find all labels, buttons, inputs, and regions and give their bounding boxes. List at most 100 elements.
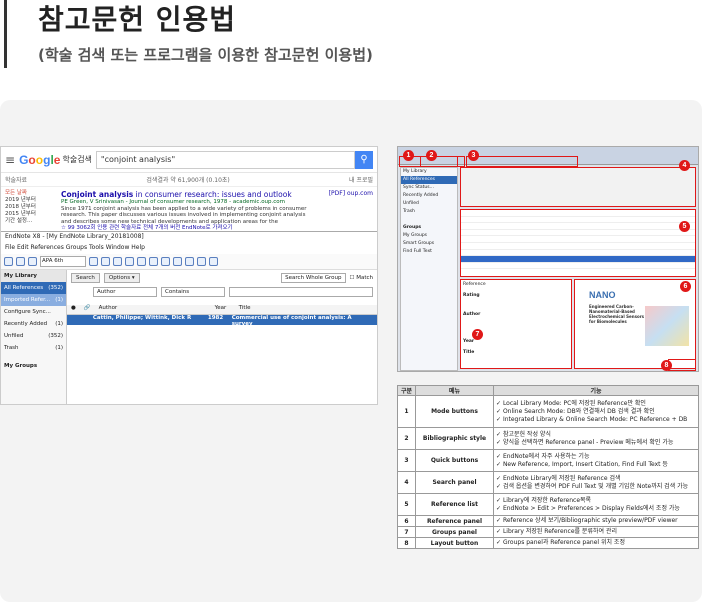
find-full-text-icon[interactable] [125, 257, 134, 266]
row-year: 1982 [207, 315, 224, 321]
endnote-body: My Library All References (352) Imported … [1, 270, 377, 404]
endnote-title: EndNote X8 - [My EndNote Library_2018100… [1, 232, 377, 243]
share-icon[interactable] [197, 257, 206, 266]
page-subtitle: (학술 검색 또는 프로그램을 이용한 참고문헌 이용법) [38, 46, 373, 64]
table-header-row: 구분 메뉴 기능 [397, 385, 699, 396]
match-checkbox[interactable]: ☐ Match [350, 275, 373, 281]
date-filter-item[interactable]: 2015 년부터 [5, 211, 61, 218]
endnote-menubar[interactable]: File Edit References Groups Tools Window… [1, 243, 377, 254]
group-item[interactable]: Sync Status... [401, 184, 457, 192]
help-icon[interactable] [209, 257, 218, 266]
table-row: 7 Groups panel Library 저장된 Reference를 분류… [397, 526, 699, 538]
date-filter-item[interactable]: 기간 설정... [5, 218, 61, 225]
sync-icon[interactable] [185, 257, 194, 266]
result-snippet: research. This paper discusses various i… [61, 212, 306, 219]
group-item[interactable]: My Groups [401, 232, 457, 240]
options-button[interactable]: Options ▾ [103, 272, 140, 283]
group-item[interactable]: Trash [401, 208, 457, 216]
marker-2: 2 [426, 150, 437, 161]
group-item[interactable]: Groups [401, 224, 457, 232]
pdf-link[interactable]: [PDF] oup.com [317, 190, 373, 231]
result-links[interactable]: ☆ 99 3062회 인용 관련 학술자료 전체 7개의 버전 EndNote로… [61, 225, 317, 232]
search-button[interactable]: ⚲ [355, 150, 373, 169]
row-num: 2 [397, 427, 416, 450]
result-authors: PE Green, V Srinivasan - Journal of cons… [61, 199, 286, 205]
group-item[interactable]: Recently Added [401, 192, 457, 200]
row-num: 4 [397, 471, 416, 494]
criteria-input[interactable] [229, 287, 373, 297]
group-item[interactable]: Smart Groups [401, 240, 457, 248]
row-funcs: Library에 저장한 Reference목록EndNote > Edit >… [493, 493, 699, 516]
library-item-imported[interactable]: Imported Refer... (1) [1, 294, 66, 306]
quick-buttons-box [466, 156, 578, 167]
marker-6: 6 [680, 281, 691, 292]
feature-table: 구분 메뉴 기능 1 Mode buttons Local Library Mo… [397, 385, 699, 549]
date-filter-item[interactable]: 2018 년부터 [5, 204, 61, 211]
row-num: 1 [397, 395, 416, 428]
row-num: 6 [397, 515, 416, 527]
library-item-all[interactable]: All References (352) [1, 282, 66, 294]
new-reference-icon[interactable] [89, 257, 98, 266]
field-select[interactable]: Author [93, 287, 157, 297]
col-title[interactable]: Title [239, 305, 251, 314]
style-select[interactable]: APA 6th [40, 256, 86, 267]
library-item-sync[interactable]: Configure Sync... [1, 306, 66, 318]
row-num: 5 [397, 493, 416, 516]
col-year[interactable]: Year [215, 305, 231, 314]
col-read[interactable]: ● [71, 305, 76, 314]
google-scholar-bar: ≡ Google 학술검색 "conjoint analysis" ⚲ [1, 147, 377, 173]
attach-file-icon[interactable] [149, 257, 158, 266]
col-num: 구분 [397, 385, 416, 396]
integrated-library-icon[interactable] [28, 257, 37, 266]
row-funcs: EndNote Library에 저장된 Reference 검색검색 옵션을 … [493, 471, 699, 494]
format-bibliography-icon[interactable] [173, 257, 182, 266]
results-info-row: 학술자료 검색결과 약 61,900개 (0.10초) 내 프로필 [1, 173, 377, 187]
marker-4: 4 [679, 160, 690, 171]
groups-panel: My Library All References (352) Imported … [1, 270, 67, 404]
import-icon[interactable] [101, 257, 110, 266]
table-row: 4 Search panel EndNote Library에 저장된 Refe… [397, 471, 699, 494]
google-logo[interactable]: Google [19, 153, 60, 167]
col-author[interactable]: Author [99, 305, 207, 314]
row-menu: Reference list [415, 493, 494, 516]
operator-select[interactable]: Contains [161, 287, 225, 297]
export-icon[interactable] [113, 257, 122, 266]
row-funcs: Groups panel과 Reference panel 위치 조정 [493, 537, 699, 549]
insert-citation-icon[interactable] [161, 257, 170, 266]
row-menu: Search panel [415, 471, 494, 494]
group-item[interactable]: Find Full Text [401, 248, 457, 256]
menu-icon[interactable]: ≡ [5, 153, 15, 167]
col-menu: 메뉴 [415, 385, 494, 396]
endnote-search-button[interactable]: Search [71, 272, 100, 283]
page-title: 참고문헌 인용법 [38, 3, 237, 36]
search-scope-select[interactable]: Search Whole Group [281, 272, 346, 283]
row-funcs: Reference 상세 보기/Bibliographic style prev… [493, 515, 699, 527]
search-input[interactable]: "conjoint analysis" [95, 150, 355, 169]
col-attach[interactable]: 🔗 [84, 305, 91, 314]
local-library-icon[interactable] [4, 257, 13, 266]
header-accent-bar [4, 0, 7, 68]
library-item-recent[interactable]: Recently Added (1) [1, 318, 66, 330]
row-menu: Bibliographic style [415, 427, 494, 450]
scholar-label: 학술검색 [62, 155, 92, 164]
library-item-trash[interactable]: Trash (1) [1, 342, 66, 354]
search-icon: ⚲ [360, 153, 368, 165]
library-item-groups[interactable]: My Groups [1, 360, 66, 372]
table-row: 2 Bibliographic style 참고문헌 작성 양식양식을 선택하면… [397, 427, 699, 450]
date-filter-item[interactable]: 모든 날짜 [5, 190, 61, 197]
group-item[interactable]: Unfiled [401, 200, 457, 208]
open-link-icon[interactable] [137, 257, 146, 266]
library-item-unfiled[interactable]: Unfiled (352) [1, 330, 66, 342]
group-item[interactable]: My Library [401, 168, 457, 176]
table-row: 3 Quick buttons EndNote에서 자주 사용하는 기능New … [397, 449, 699, 472]
row-num: 8 [397, 537, 416, 549]
result-title[interactable]: Conjoint analysis in consumer research: … [61, 190, 317, 199]
search-panel-box [460, 167, 696, 207]
marker-1: 1 [403, 150, 414, 161]
reference-row[interactable]: Cattin, Philippe; Wittink, Dick R 1982 C… [67, 315, 377, 327]
group-item[interactable]: All References [401, 176, 457, 184]
date-filter-item[interactable]: 2019 년부터 [5, 197, 61, 204]
my-profile-link[interactable]: 내 프로필 [349, 175, 373, 184]
date-filter: 모든 날짜 2019 년부터 2018 년부터 2015 년부터 기간 설정..… [5, 190, 61, 231]
online-search-icon[interactable] [16, 257, 25, 266]
